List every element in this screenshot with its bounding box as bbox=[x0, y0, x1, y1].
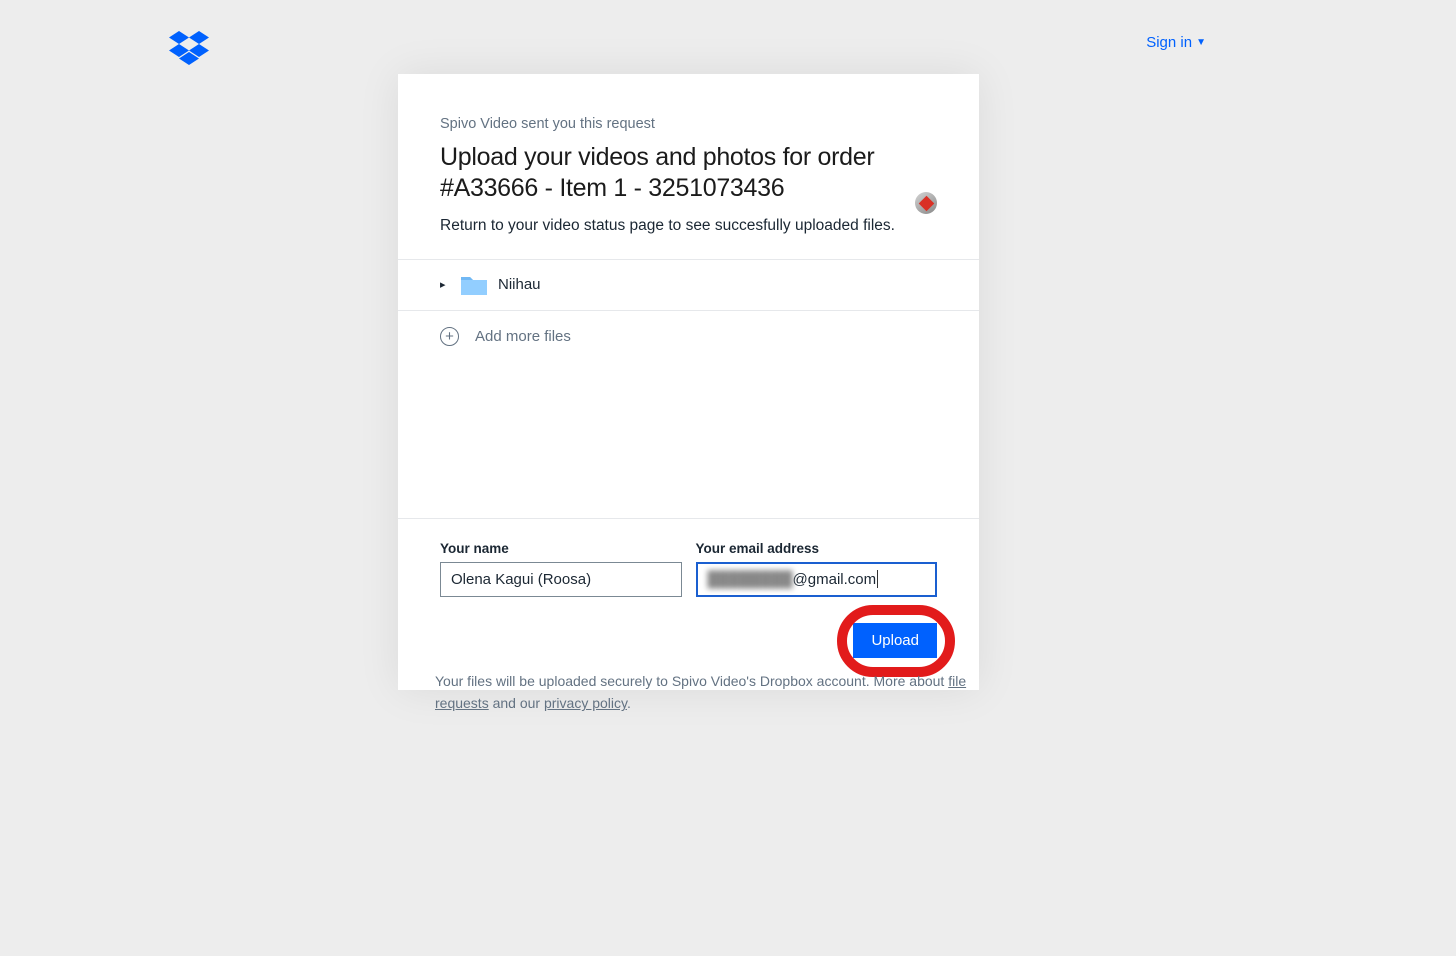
upload-button[interactable]: Upload bbox=[853, 623, 937, 658]
button-row: Upload bbox=[440, 623, 937, 658]
privacy-policy-link[interactable]: privacy policy bbox=[544, 695, 627, 711]
sign-in-label: Sign in bbox=[1146, 34, 1192, 51]
card-title: Upload your videos and photos for order … bbox=[440, 142, 937, 205]
sign-in-link[interactable]: Sign in ▼ bbox=[1146, 34, 1206, 51]
email-prefix-blurred: ████████ bbox=[708, 571, 793, 588]
email-suffix: @gmail.com bbox=[793, 571, 877, 588]
name-input[interactable] bbox=[440, 562, 682, 597]
email-field-group: Your email address ████████@gmail.com bbox=[696, 541, 938, 597]
dropbox-logo-icon[interactable] bbox=[168, 28, 210, 70]
folder-row[interactable]: ▸ Niihau bbox=[398, 259, 979, 311]
add-more-files-button[interactable]: + Add more files bbox=[398, 311, 979, 366]
form-row: Your name Your email address ████████@gm… bbox=[440, 541, 937, 597]
email-label: Your email address bbox=[696, 541, 938, 556]
requester-avatar bbox=[915, 192, 937, 214]
card-subtitle: Return to your video status page to see … bbox=[440, 217, 937, 235]
footer-text-3: . bbox=[627, 695, 631, 711]
folder-icon bbox=[460, 274, 488, 296]
name-label: Your name bbox=[440, 541, 682, 556]
upload-card: Spivo Video sent you this request Upload… bbox=[398, 74, 979, 690]
name-field-group: Your name bbox=[440, 541, 682, 597]
folder-name: Niihau bbox=[498, 276, 541, 293]
card-header: Spivo Video sent you this request Upload… bbox=[398, 74, 979, 259]
form-section: Your name Your email address ████████@gm… bbox=[398, 518, 979, 690]
footer-text: Your files will be uploaded securely to … bbox=[435, 670, 975, 715]
plus-circle-icon: + bbox=[440, 327, 459, 346]
text-cursor bbox=[877, 570, 878, 588]
expand-triangle-icon[interactable]: ▸ bbox=[440, 278, 450, 291]
add-more-label: Add more files bbox=[475, 328, 571, 345]
footer-text-2: and our bbox=[489, 695, 544, 711]
page-header: Sign in ▼ bbox=[0, 0, 1456, 70]
chevron-down-icon: ▼ bbox=[1196, 37, 1206, 48]
email-input[interactable]: ████████@gmail.com bbox=[696, 562, 938, 597]
request-from-text: Spivo Video sent you this request bbox=[440, 116, 937, 132]
card-spacer bbox=[398, 366, 979, 518]
footer-text-1: Your files will be uploaded securely to … bbox=[435, 673, 948, 689]
